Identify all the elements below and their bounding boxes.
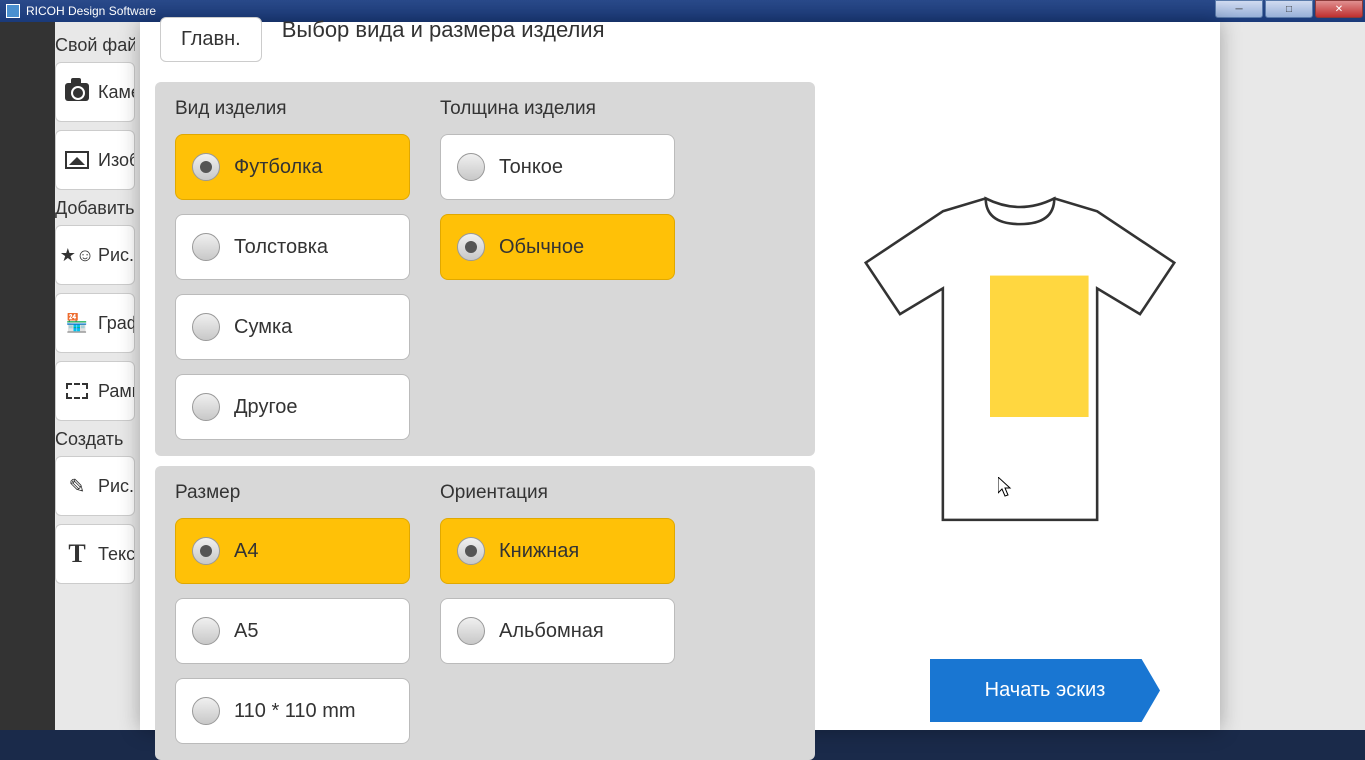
radio-label: Книжная — [499, 540, 579, 563]
window-controls: ─ □ ✕ — [1215, 0, 1365, 22]
size-orientation-panel: Размер A4 A5 110 * 110 mm Ориен — [155, 466, 815, 760]
sidebar-btn-store[interactable]: 🏪 Графика — [55, 293, 135, 353]
size-heading: Размер — [175, 482, 410, 504]
radio-icon — [192, 313, 220, 341]
app-icon — [6, 4, 20, 18]
radio-other[interactable]: Другое — [175, 374, 410, 440]
radio-landscape[interactable]: Альбомная — [440, 598, 675, 664]
product-setup-modal: Главн. Выбор вида и размера изделия Вид … — [140, 22, 1220, 730]
radio-portrait[interactable]: Книжная — [440, 518, 675, 584]
orientation-heading: Ориентация — [440, 482, 675, 504]
radio-label: 110 * 110 mm — [234, 700, 356, 723]
radio-label: Альбомная — [499, 620, 604, 643]
radio-label: Обычное — [499, 236, 584, 259]
sidebar-btn-label: Текст — [98, 544, 135, 565]
radio-a4[interactable]: A4 — [175, 518, 410, 584]
pen-icon: ✎ — [64, 475, 90, 497]
text-icon: T — [64, 543, 90, 565]
sidebar-btn-camera[interactable]: Камера — [55, 62, 135, 122]
sidebar-btn-label: Рамка — [98, 381, 135, 402]
sidebar-section-own-file: Свой файл — [55, 35, 135, 56]
product-preview — [840, 92, 1200, 622]
radio-label: A4 — [234, 540, 258, 563]
sidebar-btn-label: Камера — [98, 82, 135, 103]
sidebar-btn-frame[interactable]: Рамка — [55, 361, 135, 421]
radio-label: Футболка — [234, 156, 323, 179]
radio-icon — [192, 393, 220, 421]
close-button[interactable]: ✕ — [1315, 0, 1363, 18]
radio-icon — [457, 617, 485, 645]
thickness-heading: Толщина изделия — [440, 98, 675, 120]
sidebar-btn-label: Рис. — [98, 245, 134, 266]
maximize-button[interactable]: □ — [1265, 0, 1313, 18]
sidebar-section-create: Создать — [55, 429, 135, 450]
radio-bag[interactable]: Сумка — [175, 294, 410, 360]
tab-main[interactable]: Главн. — [160, 17, 262, 62]
radio-normal[interactable]: Обычное — [440, 214, 675, 280]
sidebar-btn-label: Рис. — [98, 476, 134, 497]
product-type-heading: Вид изделия — [175, 98, 410, 120]
radio-icon — [457, 153, 485, 181]
radio-icon — [457, 233, 485, 261]
sidebar-btn-image[interactable]: Изображ. — [55, 130, 135, 190]
radio-label: A5 — [234, 620, 258, 643]
window-title: RICOH Design Software — [26, 4, 156, 18]
radio-icon — [457, 537, 485, 565]
crop-icon — [64, 380, 90, 402]
radio-icon — [192, 153, 220, 181]
sidebar: Свой файл Камера Изображ. Добавить ★☺ Ри… — [55, 27, 135, 730]
modal-title: Выбор вида и размера изделия — [282, 17, 605, 43]
radio-tshirt[interactable]: Футболка — [175, 134, 410, 200]
radio-sweatshirt[interactable]: Толстовка — [175, 214, 410, 280]
star-icon: ★☺ — [64, 244, 90, 266]
camera-icon — [64, 81, 90, 103]
sidebar-btn-text[interactable]: T Текст — [55, 524, 135, 584]
radio-icon — [192, 697, 220, 725]
tshirt-svg — [840, 147, 1200, 567]
radio-thin[interactable]: Тонкое — [440, 134, 675, 200]
radio-icon — [192, 233, 220, 261]
radio-label: Другое — [234, 396, 298, 419]
sidebar-btn-label: Графика — [98, 313, 135, 334]
radio-label: Толстовка — [234, 236, 328, 259]
radio-icon — [192, 617, 220, 645]
sidebar-btn-label: Изображ. — [98, 150, 135, 171]
store-icon: 🏪 — [64, 312, 90, 334]
image-icon — [64, 149, 90, 171]
sidebar-btn-draw[interactable]: ✎ Рис. — [55, 456, 135, 516]
sidebar-btn-clipart[interactable]: ★☺ Рис. — [55, 225, 135, 285]
cursor-icon — [998, 477, 1014, 502]
radio-icon — [192, 537, 220, 565]
radio-label: Тонкое — [499, 156, 563, 179]
tshirt-collar — [986, 198, 1055, 224]
radio-a5[interactable]: A5 — [175, 598, 410, 664]
app-area: Свой файл Камера Изображ. Добавить ★☺ Ри… — [0, 22, 1365, 730]
print-area-rect — [990, 276, 1089, 417]
product-type-panel: Вид изделия Футболка Толстовка Сумка — [155, 82, 815, 456]
radio-custom-size[interactable]: 110 * 110 mm — [175, 678, 410, 744]
radio-label: Сумка — [234, 316, 292, 339]
start-sketch-button[interactable]: Начать эскиз — [930, 659, 1160, 722]
minimize-button[interactable]: ─ — [1215, 0, 1263, 18]
sidebar-section-add: Добавить — [55, 198, 135, 219]
